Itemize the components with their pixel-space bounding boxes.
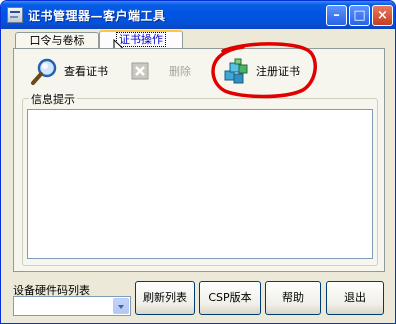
chevron-down-icon[interactable] xyxy=(113,298,129,314)
app-icon xyxy=(7,7,23,23)
device-list-dropdown[interactable] xyxy=(13,296,131,316)
info-textarea[interactable] xyxy=(27,109,373,259)
info-groupbox: 信息提示 xyxy=(22,91,378,266)
close-button[interactable]: × xyxy=(372,5,393,26)
delete-button[interactable]: 删除 xyxy=(131,61,195,83)
delete-x-icon xyxy=(131,62,149,80)
csp-version-button[interactable]: CSP版本 xyxy=(199,281,261,315)
delete-label: 删除 xyxy=(169,65,191,78)
title-bar[interactable]: 证书管理器—客户端工具 – □ × xyxy=(1,1,395,29)
tab-label: 口令与卷标 xyxy=(29,34,85,47)
window-title: 证书管理器—客户端工具 xyxy=(28,9,166,23)
view-cert-label: 查看证书 xyxy=(64,65,108,78)
magnifier-icon xyxy=(31,58,57,85)
maximize-button[interactable]: □ xyxy=(349,5,370,26)
info-group-label: 信息提示 xyxy=(29,91,77,107)
tab-cert-operations[interactable]: 证书操作 xyxy=(99,30,183,50)
minimize-button[interactable]: – xyxy=(326,5,347,26)
app-window: 证书管理器—客户端工具 – □ × 口令与卷标 证书操作 查看证书 删除 注册证… xyxy=(0,0,396,324)
annotation-circle xyxy=(211,42,317,99)
view-cert-button[interactable]: 查看证书 xyxy=(30,58,110,85)
cert-operations-panel: 查看证书 删除 注册证书 信息提示 xyxy=(13,48,385,272)
help-button[interactable]: 帮助 xyxy=(265,281,321,315)
refresh-list-button[interactable]: 刷新列表 xyxy=(135,281,195,315)
exit-button[interactable]: 退出 xyxy=(326,281,384,315)
